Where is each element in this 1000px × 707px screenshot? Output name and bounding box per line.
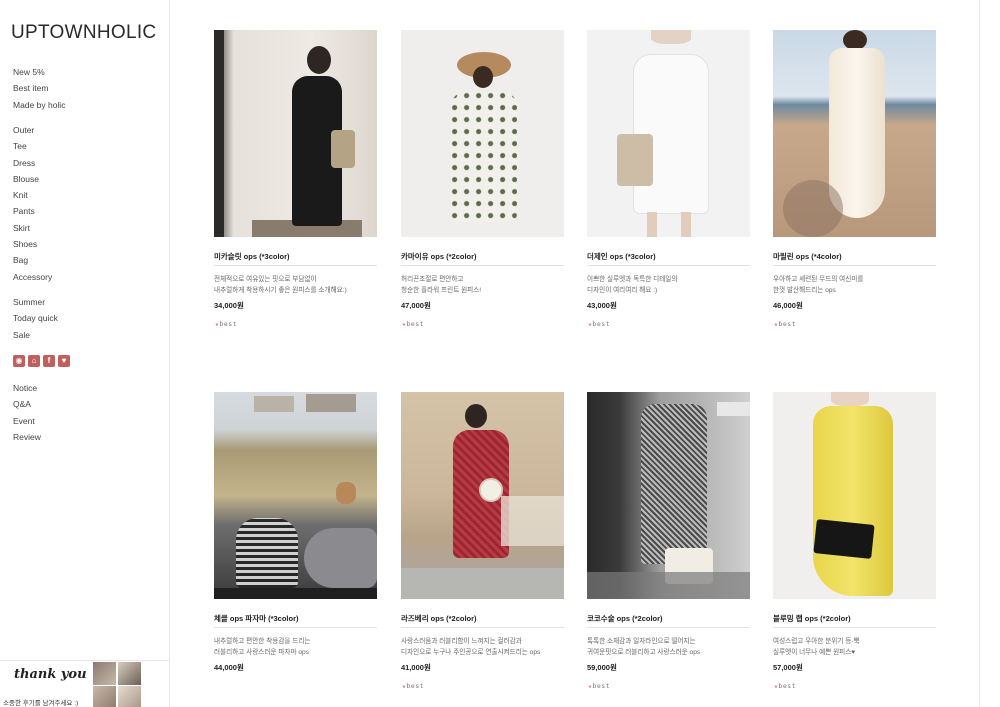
nav-community: Notice Q&A Event Review [13, 380, 41, 445]
store-icon[interactable]: ⌂ [28, 355, 40, 367]
product-name[interactable]: 코코수술 ops (*2color) [587, 613, 663, 624]
best-badge: ★best [215, 320, 238, 328]
nav-item-summer[interactable]: Summer [13, 294, 58, 310]
content-right-border [979, 0, 980, 707]
review-banner[interactable]: thank you 소중한 후기를 남겨주세요 :) [0, 660, 170, 707]
nav-item-sale[interactable]: Sale [13, 327, 58, 343]
review-thumbnail[interactable] [93, 686, 116, 707]
product-divider [773, 265, 936, 266]
product-divider [587, 265, 750, 266]
nav-item-skirt[interactable]: Skirt [13, 220, 52, 236]
product-price: 44,000원 [214, 663, 244, 672]
product-description: 톡톡한 소재감과 일자라인으로 떨어지는 귀여운핏으로 러블리하고 사랑스러운 o… [587, 638, 701, 656]
product-divider [773, 627, 936, 628]
product-description: 이쁘한 실루엣과 독특한 디테일의 디자인이 여리여리 해요 :) [587, 276, 678, 294]
best-badge: ★best [588, 320, 611, 328]
product-name[interactable]: 카마이유 ops (*2color) [401, 251, 477, 262]
nav-item-blouse[interactable]: Blouse [13, 171, 52, 187]
product-divider [401, 265, 564, 266]
best-badge: ★best [402, 682, 425, 690]
product-image[interactable] [401, 392, 564, 599]
social-links: ◉ ⌂ f ♥ [13, 355, 70, 367]
nav-item-bag[interactable]: Bag [13, 252, 52, 268]
product-divider [401, 627, 564, 628]
product-card[interactable]: 카마이유 ops (*2color) 허리끈조절로 편안하고 청순한 플라워 프린… [401, 30, 564, 328]
product-card[interactable]: 더제인 ops (*3color) 이쁘한 실루엣과 독특한 디테일의 디자인이 … [587, 30, 750, 328]
nav-item-accessory[interactable]: Accessory [13, 269, 52, 285]
nav-item-best[interactable]: Best item [13, 80, 65, 96]
product-image[interactable] [773, 392, 936, 599]
product-description: 전체적으로 여유있는 핏으로 부담없이 내추럴하게 착용하시기 좋은 원피스를 소… [214, 276, 347, 294]
nav-item-knit[interactable]: Knit [13, 187, 52, 203]
product-card[interactable]: 마릴린 ops (*4color) 우아하고 세련된 무드의 여신미를 한껏 발산… [773, 30, 936, 328]
product-price: 47,000원 [401, 301, 431, 310]
nav-item-made-by-holic[interactable]: Made by holic [13, 97, 65, 113]
product-image[interactable] [401, 30, 564, 237]
nav-seasonal: Summer Today quick Sale [13, 294, 58, 343]
product-name[interactable]: 체클 ops 파자마 (*3color) [214, 613, 299, 624]
sidebar: UPTOWNHOLIC New 5% Best item Made by hol… [0, 0, 170, 707]
product-description: 여성스럽고 우아한 분위기 등-뿍 실루엣이 너무나 예쁜 원피스♥ [773, 638, 860, 656]
product-price: 57,000원 [773, 663, 803, 672]
product-price: 43,000원 [587, 301, 617, 310]
product-name[interactable]: 라즈베리 ops (*2color) [401, 613, 477, 624]
product-image[interactable] [214, 392, 377, 599]
product-description: 내추럴하고 편안한 착용감을 드리는 러블리하고 사랑스러운 파자마 ops [214, 638, 311, 656]
nav-item-tee[interactable]: Tee [13, 138, 52, 154]
nav-categories: Outer Tee Dress Blouse Knit Pants Skirt … [13, 122, 52, 285]
thank-you-script: thank you [14, 667, 87, 682]
product-card[interactable]: 코코수술 ops (*2color) 톡톡한 소재감과 일자라인으로 떨어지는 귀… [587, 392, 750, 690]
product-card[interactable]: 체클 ops 파자마 (*3color) 내추럴하고 편안한 착용감을 드리는 러… [214, 392, 377, 672]
nav-item-pants[interactable]: Pants [13, 203, 52, 219]
product-divider [587, 627, 750, 628]
review-thumbnail[interactable] [118, 662, 141, 685]
product-card[interactable]: 라즈베리 ops (*2color) 사랑스러움과 러블리함이 느껴지는 컬러감… [401, 392, 564, 690]
product-image[interactable] [587, 30, 750, 237]
product-name[interactable]: 미카슬릿 ops (*3color) [214, 251, 290, 262]
product-price: 46,000원 [773, 301, 803, 310]
best-badge: ★best [588, 682, 611, 690]
facebook-icon[interactable]: f [43, 355, 55, 367]
nav-item-new[interactable]: New 5% [13, 64, 65, 80]
product-name[interactable]: 더제인 ops (*3color) [587, 251, 656, 262]
product-name[interactable]: 마릴린 ops (*4color) [773, 251, 842, 262]
product-description: 사랑스러움과 러블리함이 느껴지는 컬러감과 디자인으로 누구나 주인공으로 연출… [401, 638, 541, 656]
nav-item-today-quick[interactable]: Today quick [13, 310, 58, 326]
product-image[interactable] [773, 30, 936, 237]
product-image[interactable] [214, 30, 377, 237]
product-card[interactable]: 미카슬릿 ops (*3color) 전체적으로 여유있는 핏으로 부담없이 내추… [214, 30, 377, 328]
nav-item-qna[interactable]: Q&A [13, 396, 41, 412]
nav-featured: New 5% Best item Made by holic [13, 64, 65, 113]
nav-item-review[interactable]: Review [13, 429, 41, 445]
product-name[interactable]: 블루밍 랩 ops (*2color) [773, 613, 851, 624]
product-image[interactable] [587, 392, 750, 599]
product-divider [214, 627, 377, 628]
product-price: 41,000원 [401, 663, 431, 672]
review-thumbnail[interactable] [93, 662, 116, 685]
product-description: 우아하고 세련된 무드의 여신미를 한껏 발산해드리는 ops [773, 276, 864, 294]
product-price: 34,000원 [214, 301, 244, 310]
best-badge: ★best [402, 320, 425, 328]
product-price: 59,000원 [587, 663, 617, 672]
review-thumbnail[interactable] [118, 686, 141, 707]
heart-icon[interactable]: ♥ [58, 355, 70, 367]
product-description: 허리끈조절로 편안하고 청순한 플라워 프린트 원피스! [401, 276, 482, 294]
best-badge: ★best [774, 682, 797, 690]
nav-item-notice[interactable]: Notice [13, 380, 41, 396]
review-banner-subtitle: 소중한 후기를 남겨주세요 :) [3, 700, 79, 707]
product-card[interactable]: 블루밍 랩 ops (*2color) 여성스럽고 우아한 분위기 등-뿍 실루엣… [773, 392, 936, 690]
nav-item-event[interactable]: Event [13, 413, 41, 429]
nav-item-outer[interactable]: Outer [13, 122, 52, 138]
product-divider [214, 265, 377, 266]
nav-item-dress[interactable]: Dress [13, 155, 52, 171]
nav-item-shoes[interactable]: Shoes [13, 236, 52, 252]
brand-logo[interactable]: UPTOWNHOLIC [11, 22, 156, 44]
best-badge: ★best [774, 320, 797, 328]
chat-icon[interactable]: ◉ [13, 355, 25, 367]
